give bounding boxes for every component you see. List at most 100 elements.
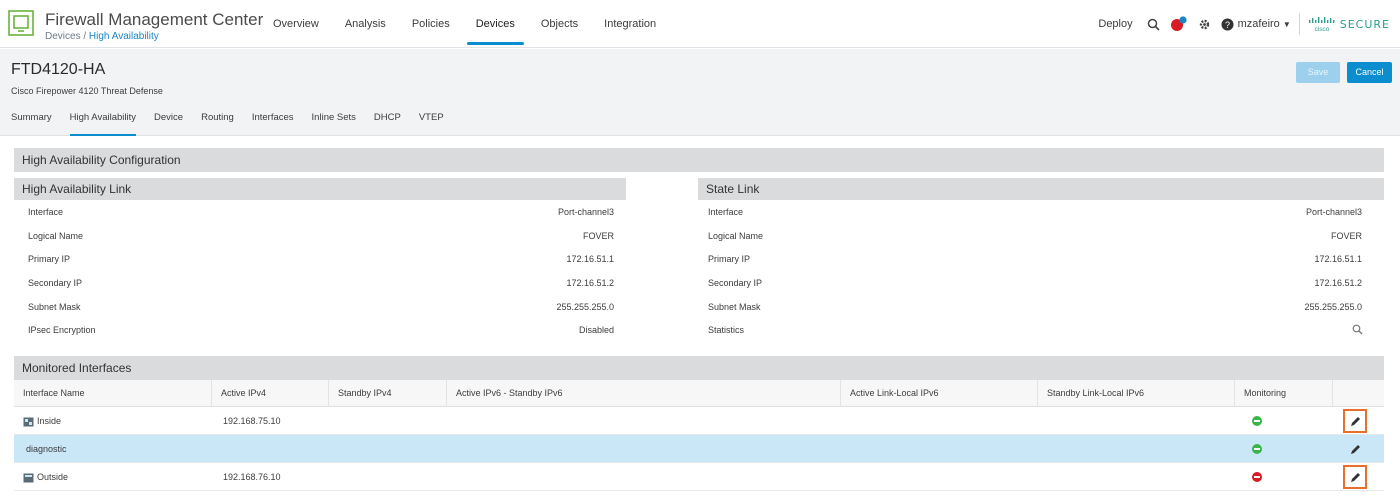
edit-button[interactable] (1343, 409, 1367, 433)
device-tabs: Summary High Availability Device Routing… (11, 104, 453, 136)
user-name: mzafeiro (1237, 18, 1280, 30)
breadcrumb-current[interactable]: High Availability (89, 31, 159, 42)
ha-link-header: High Availability Link (14, 178, 626, 200)
state-link-value: Port-channel3 (1305, 207, 1362, 217)
header-actions: Deploy ? mzafeiro ▼ cisco SECURE (1098, 0, 1400, 48)
interface-name: diagnostic (26, 444, 67, 454)
col-standby-link-local[interactable]: Standby Link-Local IPv6 (1037, 380, 1234, 407)
pencil-icon (1350, 472, 1360, 482)
help-icon: ? (1221, 18, 1234, 30)
ha-link-label: IPsec Encryption (28, 325, 96, 335)
col-monitoring[interactable]: Monitoring (1234, 380, 1332, 407)
ha-link-value: 255.255.255.0 (556, 302, 614, 312)
nav-analysis[interactable]: Analysis (332, 0, 399, 48)
brand-secure-label: SECURE (1339, 17, 1390, 31)
tab-inline-sets[interactable]: Inline Sets (303, 104, 365, 136)
tab-device[interactable]: Device (145, 104, 192, 136)
state-link-label: Secondary IP (708, 278, 763, 288)
ha-link-label: Primary IP (28, 254, 71, 264)
breadcrumb: Devices / High Availability (45, 31, 159, 42)
device-name: FTD4120-HA (11, 61, 106, 78)
save-button[interactable]: Save (1296, 62, 1340, 83)
col-actions (1332, 380, 1384, 407)
svg-text:cisco: cisco (1314, 26, 1329, 32)
monitoring-enabled-icon (1252, 416, 1262, 426)
ha-link-value: FOVER (582, 231, 614, 241)
interface-name: Outside (37, 472, 69, 482)
tab-interfaces[interactable]: Interfaces (243, 104, 303, 136)
nav-objects[interactable]: Objects (528, 0, 591, 48)
tab-routing[interactable]: Routing (192, 104, 243, 136)
tab-dhcp[interactable]: DHCP (365, 104, 410, 136)
app-title: Firewall Management Center (45, 10, 264, 29)
nav-overview[interactable]: Overview (260, 0, 332, 48)
cisco-brand: cisco SECURE (1308, 16, 1390, 32)
interface-name: Inside (37, 416, 62, 426)
state-link-label: Statistics (708, 325, 745, 335)
device-model: Cisco Firepower 4120 Threat Defense (11, 86, 163, 96)
deploy-button[interactable]: Deploy (1098, 18, 1132, 30)
state-link-value: 255.255.255.0 (1304, 302, 1362, 312)
table-row[interactable]: Inside 192.168.75.10 (14, 407, 1384, 435)
statistics-search-icon[interactable] (1352, 324, 1364, 336)
col-interface-name[interactable]: Interface Name (14, 380, 211, 407)
search-icon[interactable] (1147, 18, 1160, 31)
state-link-label: Logical Name (708, 231, 764, 241)
breadcrumb-root[interactable]: Devices / (45, 31, 86, 42)
state-link-label: Interface (708, 207, 744, 217)
interface-icon (23, 417, 34, 427)
interface-icon (23, 473, 34, 483)
cancel-button[interactable]: Cancel (1347, 62, 1392, 83)
col-ipv6[interactable]: Active IPv6 - Standby IPv6 (446, 380, 840, 407)
interface-name-cell: Outside (23, 463, 68, 491)
state-link-label: Primary IP (708, 254, 751, 264)
active-ipv4: 192.168.76.10 (223, 472, 281, 482)
edit-button[interactable] (1343, 437, 1367, 461)
tab-summary[interactable]: Summary (11, 104, 61, 136)
state-link-header: State Link (698, 178, 1384, 200)
table-row[interactable]: Outside 192.168.76.10 (14, 463, 1384, 491)
col-standby-ipv4[interactable]: Standby IPv4 (328, 380, 446, 407)
tab-high-availability[interactable]: High Availability (61, 104, 145, 136)
monitoring-enabled-icon (1252, 444, 1262, 454)
monitored-table-header: Interface Name Active IPv4 Standby IPv4 … (14, 380, 1384, 407)
top-bar: Firewall Management Center Devices / Hig… (0, 0, 1400, 48)
ha-link-label: Subnet Mask (28, 302, 81, 312)
interface-name-cell: Inside (23, 407, 61, 435)
active-ipv4: 192.168.75.10 (223, 416, 281, 426)
user-menu[interactable]: ? mzafeiro ▼ (1221, 18, 1291, 31)
nav-devices[interactable]: Devices (463, 0, 528, 48)
ha-link-label: Logical Name (28, 231, 84, 241)
nav-policies[interactable]: Policies (399, 0, 463, 48)
ha-link-value: 172.16.51.1 (566, 254, 614, 264)
monitoring-disabled-icon (1252, 472, 1262, 482)
pencil-icon (1350, 444, 1360, 454)
state-link-value: 172.16.51.2 (1314, 278, 1362, 288)
main-nav: Overview Analysis Policies Devices Objec… (260, 0, 669, 48)
tab-vtep[interactable]: VTEP (410, 104, 453, 136)
col-active-ipv4[interactable]: Active IPv4 (211, 380, 328, 407)
state-link-label: Subnet Mask (708, 302, 761, 312)
ha-link-value: Disabled (578, 325, 614, 335)
cisco-logo-icon: cisco (1308, 17, 1335, 32)
state-link-value: 172.16.51.1 (1314, 254, 1362, 264)
alerts-icon[interactable] (1170, 16, 1188, 32)
ha-config-header: High Availability Configuration (14, 148, 1384, 172)
monitored-interfaces-header: Monitored Interfaces (14, 356, 1384, 380)
svg-text:?: ? (1225, 20, 1230, 30)
state-link-value: FOVER (1330, 231, 1362, 241)
ha-link-label: Interface (28, 207, 64, 217)
pencil-icon (1350, 416, 1360, 426)
ha-link-label: Secondary IP (28, 278, 83, 288)
device-header: FTD4120-HA Cisco Firepower 4120 Threat D… (0, 49, 1400, 136)
col-active-link-local[interactable]: Active Link-Local IPv6 (840, 380, 1037, 407)
edit-button[interactable] (1343, 465, 1367, 489)
table-row[interactable]: diagnostic (14, 435, 1384, 463)
nav-integration[interactable]: Integration (591, 0, 669, 48)
divider (1298, 13, 1300, 35)
chevron-down-icon: ▼ (1282, 19, 1291, 29)
gear-icon[interactable] (1198, 18, 1211, 31)
ha-link-value: Port-channel3 (557, 207, 614, 217)
fmc-logo-icon[interactable] (8, 10, 34, 36)
ha-link-value: 172.16.51.2 (566, 278, 614, 288)
